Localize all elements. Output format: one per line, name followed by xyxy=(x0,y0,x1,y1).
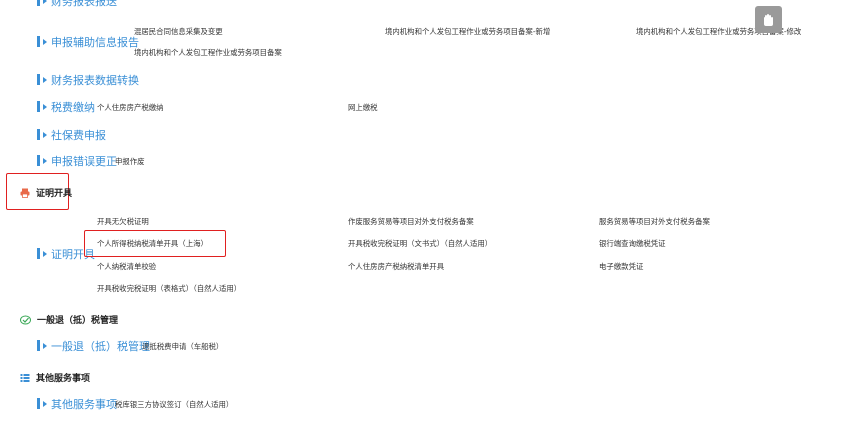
row-social-insurance[interactable]: 社保费申报 xyxy=(37,127,106,143)
accent-bar xyxy=(37,129,40,140)
row-tax-payment[interactable]: 税费缴纳 xyxy=(37,99,95,115)
link-online-tax-payment[interactable]: 网上缴税 xyxy=(348,102,378,113)
accent-bar xyxy=(37,74,40,85)
section-title: 证明开具 xyxy=(36,189,73,199)
accent-bar xyxy=(37,248,40,259)
expand-arrow-icon xyxy=(43,104,47,110)
link-tax-list-verify[interactable]: 个人纳税清单校验 xyxy=(97,261,156,272)
row-label: 税费缴纳 xyxy=(51,101,95,114)
section-title: 一般退（抵）税管理 xyxy=(37,316,119,326)
expand-arrow-icon xyxy=(43,158,47,164)
link-housing-property-tax[interactable]: 个人住房房产税缴纳 xyxy=(97,102,164,113)
link-electronic-payment-voucher[interactable]: 电子缴款凭证 xyxy=(599,261,643,272)
link-declaration-void[interactable]: 申报作废 xyxy=(115,156,145,167)
accent-bar xyxy=(37,0,40,6)
row-label: 申报错误更正 xyxy=(51,155,117,168)
section-refund: 一般退（抵）税管理 xyxy=(20,313,118,328)
section-title: 其他服务事项 xyxy=(36,374,91,384)
link-project-filing[interactable]: 境内机构和个人发包工程作业或劳务项目备案 xyxy=(134,47,282,58)
link-housing-tax-list[interactable]: 个人住房房产税纳税清单开具 xyxy=(348,261,444,272)
refund-check-icon xyxy=(20,315,31,328)
accent-bar xyxy=(37,101,40,112)
link-service-trade-filing[interactable]: 服务贸易等项目对外支付税务备案 xyxy=(599,216,710,227)
highlight-box-link xyxy=(84,230,226,257)
row-label: 财务报表数据转换 xyxy=(51,74,139,87)
row-declaration-correction[interactable]: 申报错误更正 xyxy=(37,153,117,169)
printer-icon xyxy=(20,188,30,201)
expand-arrow-icon xyxy=(43,77,47,83)
row-refund-management[interactable]: 一般退（抵）税管理 xyxy=(37,338,150,354)
accent-bar xyxy=(37,155,40,166)
row-aux-info-report[interactable]: 申报辅助信息报告 xyxy=(37,34,139,50)
link-no-arrears-cert[interactable]: 开具无欠税证明 xyxy=(97,216,149,227)
link-resident-contract[interactable]: 混居民合同信息采集及变更 xyxy=(134,26,223,37)
link-tax-cert-table[interactable]: 开具税收完税证明（表格式）（自然人适用） xyxy=(97,283,241,294)
floating-tool-button[interactable] xyxy=(755,6,782,33)
link-bank-tax-voucher[interactable]: 银行端查询缴税凭证 xyxy=(599,238,666,249)
expand-arrow-icon xyxy=(43,401,47,407)
list-icon xyxy=(20,373,30,386)
section-certificate: 证明开具 xyxy=(20,186,72,201)
row-financial-report-submit[interactable]: 财务报表报送 xyxy=(37,0,117,9)
row-label: 其他服务事项 xyxy=(51,398,117,411)
link-void-service-trade-filing[interactable]: 作废服务贸易等项目对外支付税务备案 xyxy=(348,216,474,227)
link-vehicle-tax-refund[interactable]: 退抵税费申请（车船税） xyxy=(142,341,223,352)
expand-arrow-icon xyxy=(43,251,47,257)
accent-bar xyxy=(37,340,40,351)
expand-arrow-icon xyxy=(43,0,47,4)
row-other-services[interactable]: 其他服务事项 xyxy=(37,396,117,412)
row-label: 一般退（抵）税管理 xyxy=(51,340,150,353)
expand-arrow-icon xyxy=(43,39,47,45)
hand-icon xyxy=(762,12,775,31)
link-tax-cert-document[interactable]: 开具税收完税证明（文书式）（自然人适用） xyxy=(348,238,492,249)
row-label: 社保费申报 xyxy=(51,129,106,142)
link-project-filing-add[interactable]: 境内机构和个人发包工程作业或劳务项目备案-新增 xyxy=(385,26,550,37)
expand-arrow-icon xyxy=(43,132,47,138)
row-label: 财务报表报送 xyxy=(51,0,117,8)
expand-arrow-icon xyxy=(43,343,47,349)
section-other-services: 其他服务事项 xyxy=(20,371,90,386)
row-label: 申报辅助信息报告 xyxy=(51,36,139,49)
accent-bar xyxy=(37,398,40,409)
row-financial-data-convert[interactable]: 财务报表数据转换 xyxy=(37,72,139,88)
accent-bar xyxy=(37,36,40,47)
link-tripartite-agreement[interactable]: 税库银三方协议签订（自然人适用） xyxy=(115,399,233,410)
